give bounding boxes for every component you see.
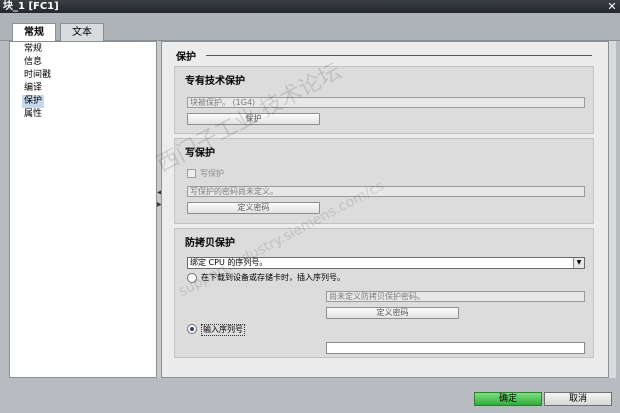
nav-item-protection[interactable]: 保护 [22,95,45,108]
window-title-bar: 块_1 [FC1] ✕ [0,0,620,13]
dialog-footer: 确定 取消 [0,381,620,413]
navigation-pane: 常规 信息 时间戳 编译 保护 属性 [9,41,157,378]
tab-text[interactable]: 文本 [60,23,104,41]
copy-password-status-field: 尚未定义防拷贝保护密码。 [326,291,585,302]
close-icon[interactable]: ✕ [606,0,618,13]
copy-protection-select[interactable]: 绑定 CPU 的序列号。 ▼ [187,257,585,269]
insert-serial-on-download-radio[interactable] [187,273,197,283]
write-protection-checkbox-label: 写保护 [200,169,224,178]
write-password-status-field: 写保护的密码尚未定义。 [187,186,585,197]
cancel-button[interactable]: 取消 [544,392,612,406]
enter-serial-radio[interactable] [187,324,197,334]
nav-item-attributes[interactable]: 属性 [24,108,42,121]
enter-serial-label: 输入序列号 [201,324,245,336]
tab-general[interactable]: 常规 [12,23,56,42]
copy-protection-title: 防拷贝保护 [185,238,235,249]
chevron-down-icon[interactable]: ▼ [573,258,584,268]
copy-protection-select-value: 绑定 CPU 的序列号。 [190,258,268,267]
write-protection-title: 写保护 [185,148,215,159]
nav-item-general[interactable]: 常规 [24,43,42,56]
know-how-protection-section: 专有技术保护 块被保护。 (1G4) 保护 [174,66,594,134]
know-how-protection-title: 专有技术保护 [185,76,245,87]
page-title: 保护 [176,52,196,63]
know-how-status-field: 块被保护。 (1G4) [187,97,585,108]
copy-define-password-button[interactable]: 定义密码 [326,307,459,319]
vertical-scrollbar[interactable] [609,41,616,378]
nav-item-information[interactable]: 信息 [24,56,42,69]
protect-button[interactable]: 保护 [187,113,320,125]
tab-strip: 常规 文本 [0,13,620,42]
write-protection-section: 写保护 写保护 写保护的密码尚未定义。 定义密码 [174,138,594,224]
window-title: 块_1 [FC1] [3,1,59,12]
write-protection-checkbox[interactable] [187,169,196,178]
copy-protection-section: 防拷贝保护 绑定 CPU 的序列号。 ▼ 在下载到设备或存储卡时，插入序列号。 … [174,228,594,358]
write-define-password-button[interactable]: 定义密码 [187,202,320,214]
nav-item-compilation[interactable]: 编译 [24,82,42,95]
serial-number-input[interactable] [326,342,585,354]
nav-item-timestamps[interactable]: 时间戳 [24,69,51,82]
ok-button[interactable]: 确定 [474,392,542,406]
insert-serial-on-download-label: 在下载到设备或存储卡时，插入序列号。 [201,273,345,282]
heading-divider [206,55,592,56]
content-pane: 保护 专有技术保护 块被保护。 (1G4) 保护 写保护 写保护 写保护的密码尚… [161,41,609,378]
